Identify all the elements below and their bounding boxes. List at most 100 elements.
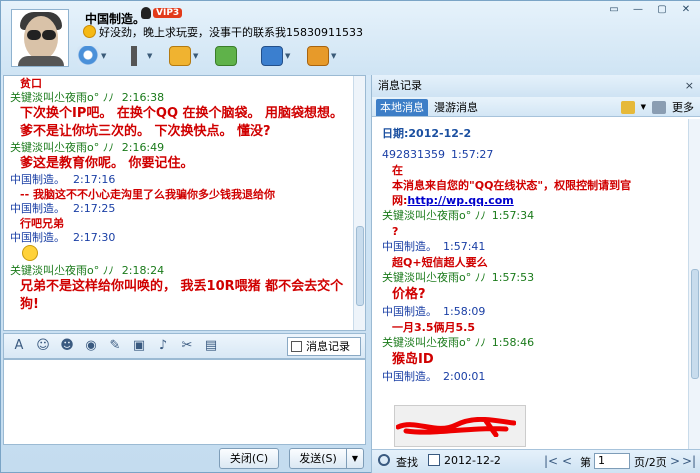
message-time: 2:17:25 — [73, 202, 116, 215]
message-button[interactable] — [215, 43, 259, 69]
sender-name[interactable]: 关键淡叫尐夜雨o° — [10, 264, 99, 277]
message-text: -- 我脑这不不小心走沟里了么我骗你多少钱我退给你 — [20, 188, 275, 201]
message-time: 1:58:46 — [491, 336, 535, 349]
first-page-button[interactable]: |< — [544, 454, 558, 468]
more-button[interactable]: 更多 — [672, 99, 694, 115]
history-title-bar: 消息记录 × — [372, 75, 700, 97]
tab-local-messages[interactable]: 本地消息 — [376, 99, 428, 116]
sender-name[interactable]: 中国制造。 — [10, 202, 65, 215]
sender-mark: ﾉﾉ — [102, 264, 114, 277]
history-panel: 消息记录 × 本地消息 漫游消息 ▼ 更多 日期:2012-12-2 49283… — [371, 75, 700, 473]
font-icon[interactable]: A — [8, 337, 30, 355]
handwriting-icon[interactable]: ✎ — [104, 337, 126, 355]
calendar-icon[interactable] — [428, 454, 440, 466]
find-button[interactable]: 查找 — [396, 454, 418, 470]
history-message-text: 价格? — [392, 286, 682, 304]
message-time: 2:17:30 — [73, 231, 116, 244]
emoticon-icon[interactable]: ☺ — [32, 337, 54, 355]
message-icon — [215, 46, 237, 66]
voice-call-button[interactable]: ▼ — [123, 43, 167, 69]
close-button[interactable]: 关闭(C) — [219, 448, 279, 469]
sender-name[interactable]: 关键淡叫尐夜雨o° — [382, 209, 471, 222]
status-icon — [83, 25, 96, 38]
page-prefix: 第 — [580, 456, 591, 469]
scrollbar-thumb[interactable] — [691, 269, 699, 379]
search-icon[interactable] — [378, 454, 390, 466]
sender-name[interactable]: 中国制造。 — [10, 231, 65, 244]
window-header: 中国制造。 VIP3 好没劲，晚上求玩耍，没事干的联系我15830911533 … — [1, 1, 700, 75]
sender-name[interactable]: 492831359 — [382, 148, 445, 161]
avatar[interactable] — [11, 9, 69, 67]
next-page-button[interactable]: > — [670, 454, 680, 468]
send-button[interactable]: 发送(S) — [289, 448, 347, 469]
magic-emoticon-icon[interactable]: ☻ — [56, 337, 78, 355]
close-history-button[interactable]: × — [685, 75, 694, 97]
chevron-down-icon: ▼ — [193, 52, 199, 60]
message-header: 中国制造。 2:17:30 — [10, 231, 355, 245]
message-header: 中国制造。 2:17:25 — [10, 202, 355, 216]
speaker-icon[interactable] — [652, 100, 666, 114]
music-icon[interactable]: ♪ — [152, 337, 174, 355]
message-history-button[interactable]: 消息记录 ▼ — [287, 337, 361, 369]
penguin-icon — [141, 7, 151, 19]
vip-badge[interactable]: VIP3 — [153, 8, 183, 18]
send-options-button[interactable]: ▼ — [346, 448, 364, 469]
app-box-button[interactable]: ▼ — [307, 43, 351, 69]
message-time: 1:57:41 — [443, 240, 486, 253]
tab-roaming-messages[interactable]: 漫游消息 — [430, 99, 482, 116]
sender-name[interactable]: 中国制造。 — [382, 305, 437, 318]
last-page-button[interactable]: >| — [682, 454, 696, 468]
sender-name[interactable]: 关键淡叫尐夜雨o° — [382, 336, 471, 349]
message-time: 2:16:49 — [121, 141, 165, 154]
page-number-input[interactable]: 1 — [594, 453, 630, 469]
file-transfer-button[interactable]: ▼ — [169, 43, 213, 69]
skin-button[interactable]: ▭ — [603, 3, 625, 17]
image-icon[interactable]: ▣ — [128, 337, 150, 355]
history-text: ? — [392, 225, 399, 238]
message-header: 关键淡叫尐夜雨o° ﾉﾉ 2:16:49 — [10, 141, 355, 155]
sender-name[interactable]: 关键淡叫尐夜雨o° — [382, 271, 471, 284]
close-window-button[interactable]: ✕ — [675, 3, 697, 17]
history-message-header: 中国制造。 1:57:41 — [382, 239, 682, 255]
app-box-icon — [307, 46, 329, 66]
date-picker[interactable]: 2012-12-2 — [444, 454, 501, 467]
scrollbar-thumb[interactable] — [356, 226, 364, 306]
history-message-text: 在 — [392, 163, 682, 178]
message-text: 贫口 — [20, 77, 42, 90]
send-bar: 关闭(C) 发送(S) ▼ — [3, 445, 368, 473]
message-time: 2:16:38 — [121, 91, 165, 104]
sender-name[interactable]: 关键淡叫尐夜雨o° — [10, 141, 99, 154]
history-message-text: 猴岛ID — [392, 351, 682, 369]
minimize-button[interactable]: — — [627, 3, 649, 17]
message-list: 贫口 关键淡叫尐夜雨o° ﾉﾉ 2:16:38 下次换个IP吧。 在换个QQ 在换个脑… — [10, 76, 355, 314]
chat-scrollbar[interactable] — [353, 76, 365, 330]
chat-history-pane[interactable]: 贫口 关键淡叫尐夜雨o° ﾉﾉ 2:16:38 下次换个IP吧。 在换个QQ 在换个脑… — [3, 75, 366, 331]
remote-desktop-button[interactable]: ▼ — [261, 43, 305, 69]
shake-icon[interactable]: ◉ — [80, 337, 102, 355]
history-text: 在 — [392, 164, 403, 177]
maximize-button[interactable]: ▢ — [651, 3, 673, 17]
official-site-link[interactable]: http://wp.qq.com — [407, 194, 513, 207]
history-message-header: 关键淡叫尐夜雨o° ﾉﾉ 1:57:53 — [382, 270, 682, 286]
sender-mark: ﾉﾉ — [474, 271, 486, 284]
sender-mark: ﾉﾉ — [102, 91, 114, 104]
message-input[interactable] — [3, 359, 366, 445]
prev-page-button[interactable]: < — [562, 454, 572, 468]
history-message-header: 关键淡叫尐夜雨o° ﾉﾉ 1:57:34 — [382, 208, 682, 224]
sender-name[interactable]: 中国制造。 — [382, 240, 437, 253]
screenshot-icon[interactable]: ✂ — [176, 337, 198, 355]
history-date: 日期:2012-12-2 — [382, 127, 472, 140]
sender-name[interactable]: 中国制造。 — [10, 173, 65, 186]
history-text: 一月3.5俩月5.5 — [392, 321, 475, 334]
avatar-glasses-left — [27, 30, 41, 40]
history-list: 492831359 1:57:27 在本消息来自您的"QQ在线状态"，权限控制请到官… — [382, 147, 682, 385]
sender-name[interactable]: 中国制造。 — [382, 370, 437, 383]
message-header: 中国制造。 2:17:16 — [10, 173, 355, 187]
more-tools-icon[interactable]: ▤ — [200, 337, 222, 355]
top-toolbar: ▼ ▼ ▼ ▼ ▼ — [77, 43, 351, 69]
manager-icon[interactable] — [620, 100, 635, 114]
history-scrollbar[interactable] — [688, 119, 700, 449]
sender-name[interactable]: 关键淡叫尐夜雨o° — [10, 91, 99, 104]
video-call-button[interactable]: ▼ — [77, 43, 121, 69]
history-tools: ▼ 更多 — [620, 99, 694, 115]
